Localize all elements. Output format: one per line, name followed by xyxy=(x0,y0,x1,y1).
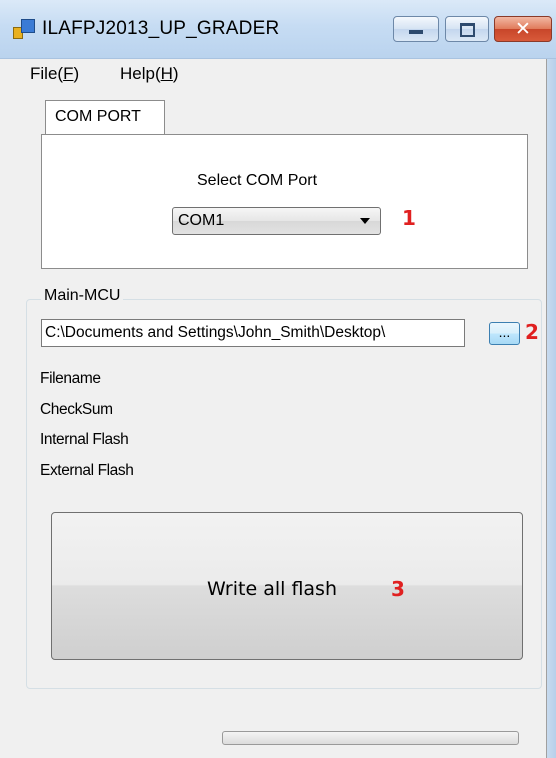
step-marker-1: 1 xyxy=(402,206,416,230)
maximize-icon xyxy=(460,23,475,37)
tab-com-port[interactable]: COM PORT xyxy=(45,100,165,134)
maximize-button[interactable] xyxy=(445,16,489,42)
file-path-input[interactable]: C:\Documents and Settings\John_Smith\Des… xyxy=(41,319,465,347)
close-icon: ✕ xyxy=(515,18,531,40)
main-mcu-group: Main-MCU C:\Documents and Settings\John_… xyxy=(26,287,542,689)
file-path-value: C:\Documents and Settings\John_Smith\Des… xyxy=(45,324,386,341)
window-title: ILAFPJ2013_UP_GRADER xyxy=(42,18,280,39)
browse-button[interactable]: ... xyxy=(489,322,520,345)
minimize-icon xyxy=(409,30,423,34)
window-frame-right xyxy=(547,59,556,758)
step-marker-2: 2 xyxy=(525,320,539,344)
minimize-button[interactable] xyxy=(393,16,439,42)
chevron-down-icon xyxy=(360,218,370,224)
tab-com-port-label: COM PORT xyxy=(55,108,141,125)
com-port-selected-value: COM1 xyxy=(178,212,225,229)
app-window: ILAFPJ2013_UP_GRADER ✕ File(F) Help(H) C… xyxy=(0,0,556,758)
menu-help[interactable]: Help(H) xyxy=(120,64,179,84)
external-flash-label: External Flash xyxy=(40,462,134,479)
progress-bar xyxy=(222,731,519,745)
menu-bar: File(F) Help(H) xyxy=(0,59,546,89)
menu-file[interactable]: File(F) xyxy=(30,64,79,84)
step-marker-3: 3 xyxy=(391,577,405,601)
write-all-flash-label: Write all flash xyxy=(207,578,337,600)
com-port-dropdown[interactable]: COM1 xyxy=(172,207,381,235)
main-mcu-group-title: Main-MCU xyxy=(41,287,124,305)
select-com-port-label: Select COM Port xyxy=(197,172,318,189)
write-all-flash-button[interactable]: Write all flash 3 xyxy=(51,512,523,660)
filename-label: Filename xyxy=(40,370,101,387)
browse-button-label: ... xyxy=(498,324,511,340)
title-bar[interactable]: ILAFPJ2013_UP_GRADER ✕ xyxy=(0,0,556,59)
client-area: File(F) Help(H) COM PORT Select COM Port… xyxy=(0,59,547,758)
app-icon[interactable] xyxy=(13,19,35,39)
checksum-label: CheckSum xyxy=(40,401,113,418)
com-port-tab-page: Select COM Port COM1 1 xyxy=(41,134,528,269)
close-button[interactable]: ✕ xyxy=(494,16,552,42)
internal-flash-label: Internal Flash xyxy=(40,431,129,448)
